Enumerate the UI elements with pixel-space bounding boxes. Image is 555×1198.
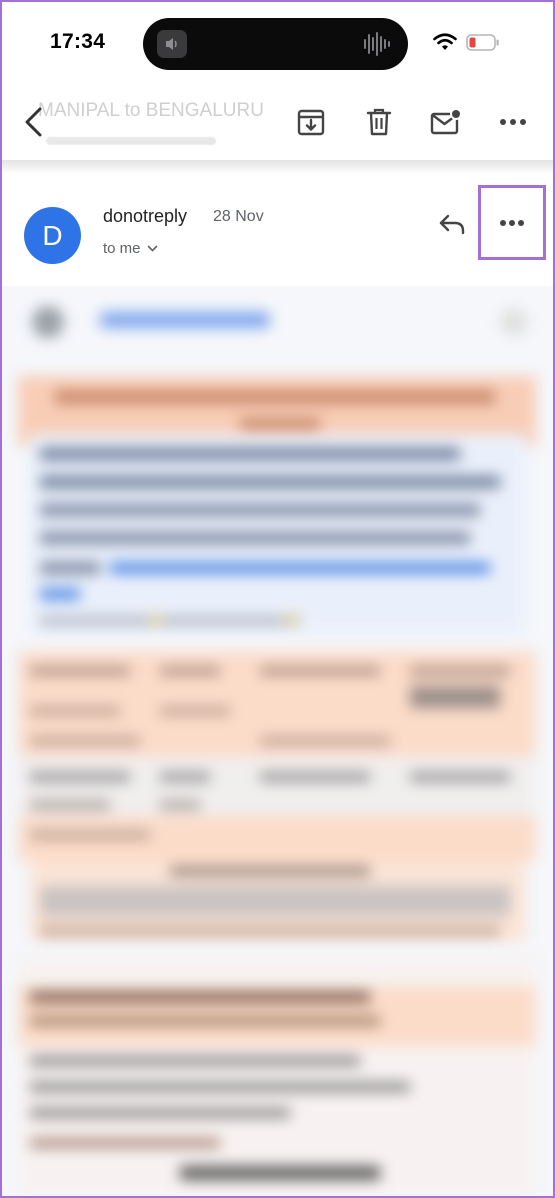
recipient-toggle[interactable]: to me (103, 240, 158, 257)
wifi-icon (433, 33, 457, 51)
dynamic-island (143, 18, 408, 70)
archive-button[interactable] (293, 104, 329, 140)
waveform-icon (362, 30, 392, 58)
chevron-down-icon (147, 245, 157, 252)
battery-low-icon (466, 34, 500, 51)
trash-icon (366, 108, 392, 136)
message-header: D donotreply 28 Nov to me (0, 176, 555, 286)
message-date: 28 Nov (213, 208, 264, 225)
reply-icon (439, 214, 465, 235)
archive-icon (297, 109, 325, 136)
avatar[interactable]: D (24, 207, 81, 264)
reply-button[interactable] (434, 206, 470, 242)
mark-unread-button[interactable] (428, 104, 464, 140)
message-toolbar (0, 86, 555, 162)
back-icon (25, 107, 42, 137)
more-horizontal-icon (500, 119, 526, 125)
recipient-label: to me (103, 240, 141, 257)
toolbar-more-button[interactable] (495, 104, 531, 140)
back-button[interactable] (16, 104, 52, 140)
more-horizontal-icon (500, 219, 524, 226)
email-body-blurred[interactable] (0, 286, 555, 1198)
status-time: 17:34 (50, 30, 106, 53)
delete-button[interactable] (361, 104, 397, 140)
speaker-icon (157, 30, 187, 58)
status-bar: 17:34 (0, 0, 555, 86)
message-more-button[interactable] (478, 185, 546, 260)
mark-unread-icon (430, 108, 462, 135)
sender-name[interactable]: donotreply (103, 206, 187, 227)
toolbar-shadow (0, 160, 555, 174)
